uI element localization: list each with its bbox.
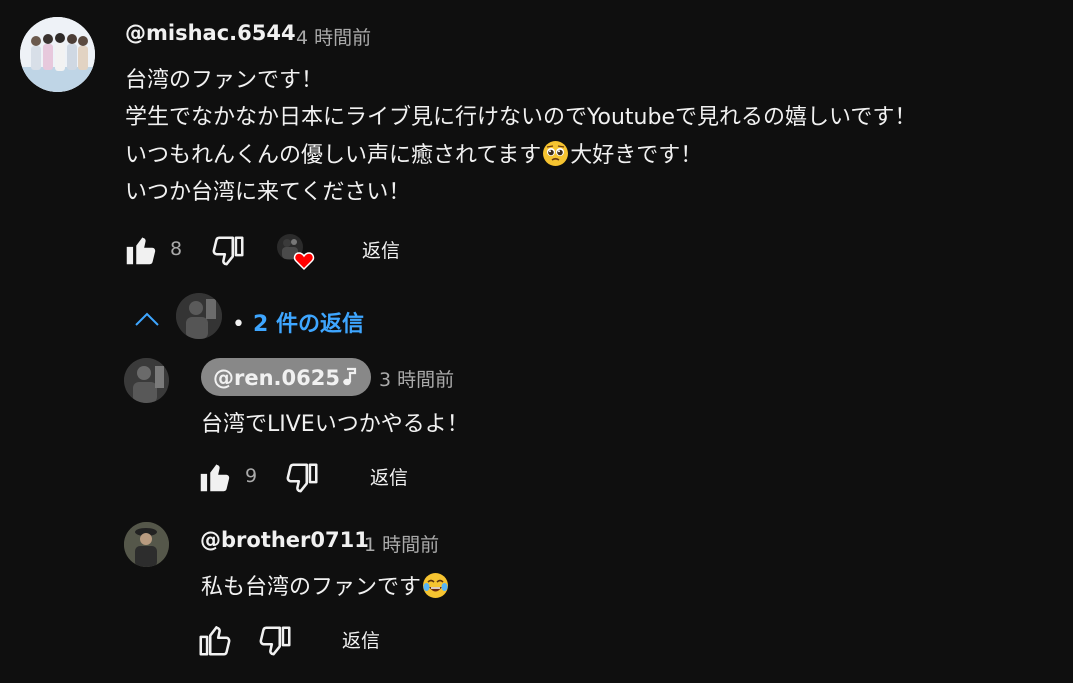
comment-text-line-3: いつもれんくんの優しい声に癒されてます 大好きです！: [125, 137, 702, 169]
creator-heart-icon: [276, 233, 320, 275]
replies-toggle-bullet: •: [232, 312, 245, 337]
like-count: 9: [245, 465, 258, 487]
reply-button[interactable]: 返信: [342, 626, 380, 653]
like-filled-icon[interactable]: [196, 458, 234, 496]
reply-author-handle[interactable]: @brother0711: [200, 528, 369, 552]
chevron-up-icon[interactable]: [133, 308, 161, 330]
comment-author-handle[interactable]: @mishac.6544: [125, 21, 296, 45]
like-count: 8: [170, 238, 183, 260]
replier-avatar-preview: [176, 293, 222, 339]
reply-text-body: 私も台湾のファンです: [201, 575, 422, 600]
comment-text-line-3b: 大好きです！: [570, 143, 703, 168]
replies-count-label: 2 件の返信: [252, 312, 364, 337]
reply-timestamp[interactable]: 1 時間前: [364, 530, 439, 557]
avatar[interactable]: [20, 17, 95, 92]
like-outline-icon[interactable]: [196, 621, 234, 659]
comment-text-line-2: 学生でなかなか日本にライブ見に行けないのでYoutubeで見れるの嬉しいです！: [125, 105, 917, 130]
dislike-outline-icon[interactable]: [256, 623, 294, 661]
reply-timestamp[interactable]: 3 時間前: [379, 365, 454, 392]
comment-text-line-4: いつか台湾に来てください！: [125, 180, 411, 205]
comment-text-line-3a: いつもれんくんの優しい声に癒されてます: [125, 143, 542, 168]
reply-avatar[interactable]: [124, 522, 169, 567]
creator-handle-pill[interactable]: @ren.0625: [201, 358, 371, 396]
comment-timestamp[interactable]: 4 時間前: [296, 23, 371, 50]
dislike-outline-icon[interactable]: [283, 460, 321, 498]
reply-text: 台湾でLIVEいつかやるよ！: [201, 412, 469, 437]
tears-of-joy-emoji-icon: [423, 573, 449, 598]
reply-author-handle: @ren.0625: [213, 366, 340, 390]
dislike-outline-icon[interactable]: [209, 233, 247, 271]
replies-toggle[interactable]: • 2 件の返信: [232, 306, 364, 338]
comment-text-line-1: 台湾のファンです！: [125, 68, 324, 93]
music-note-icon: [341, 367, 357, 387]
reply-text: 私も台湾のファンです: [201, 569, 449, 601]
reply-avatar[interactable]: [124, 358, 169, 403]
reply-button[interactable]: 返信: [362, 236, 400, 263]
like-filled-icon[interactable]: [122, 231, 160, 269]
avatar-photo-group: [20, 17, 95, 92]
pleading-face-emoji-icon: [543, 141, 569, 166]
reply-button[interactable]: 返信: [370, 463, 408, 490]
